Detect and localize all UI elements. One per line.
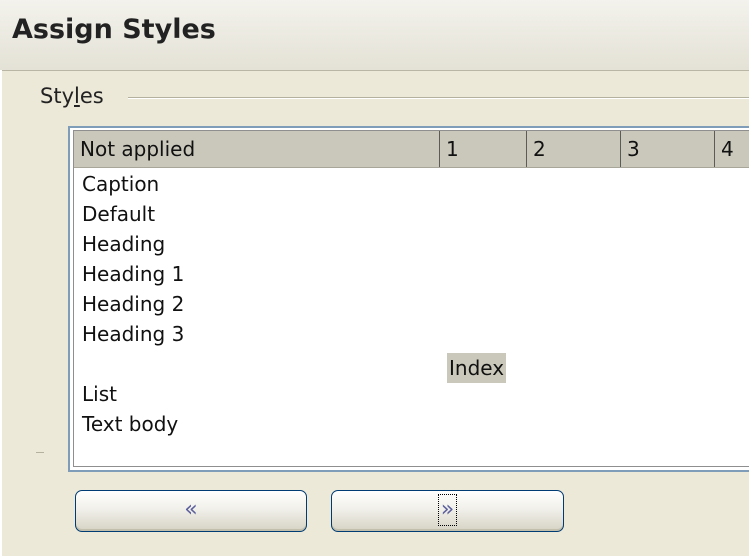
move-right-button[interactable]: »: [331, 490, 564, 532]
column-header-not-applied[interactable]: Not applied: [74, 131, 440, 167]
double-chevron-right-icon: »: [440, 497, 455, 522]
list-item-heading-2[interactable]: Heading 2: [82, 292, 184, 316]
list-item-default[interactable]: Default: [82, 202, 155, 226]
list-item-list[interactable]: List: [82, 382, 117, 406]
focus-indicator: »: [437, 494, 458, 526]
selected-item-index[interactable]: Index: [447, 353, 507, 383]
column-header-4[interactable]: 4: [715, 131, 749, 167]
styles-listbox[interactable]: Not applied 1 2 3 4 Caption Default Head…: [68, 126, 749, 472]
group-separator-tick: [36, 452, 44, 453]
dialog-title: Assign Styles: [12, 14, 216, 45]
list-item-caption[interactable]: Caption: [82, 172, 159, 196]
list-item-heading-3[interactable]: Heading 3: [82, 322, 184, 346]
list-item-heading-1[interactable]: Heading 1: [82, 262, 184, 286]
column-header-1[interactable]: 1: [440, 131, 527, 167]
group-separator: [128, 97, 749, 99]
column-header-3[interactable]: 3: [621, 131, 715, 167]
list-item-text-body[interactable]: Text body: [82, 412, 178, 436]
column-header-2[interactable]: 2: [527, 131, 621, 167]
column-header-row: Not applied 1 2 3 4: [74, 131, 749, 168]
move-left-button[interactable]: «: [75, 490, 307, 532]
title-bar[interactable]: Assign Styles: [0, 0, 749, 71]
list-item-heading[interactable]: Heading: [82, 232, 165, 256]
styles-group-label: Styles: [40, 84, 104, 108]
double-chevron-left-icon: «: [184, 497, 198, 522]
